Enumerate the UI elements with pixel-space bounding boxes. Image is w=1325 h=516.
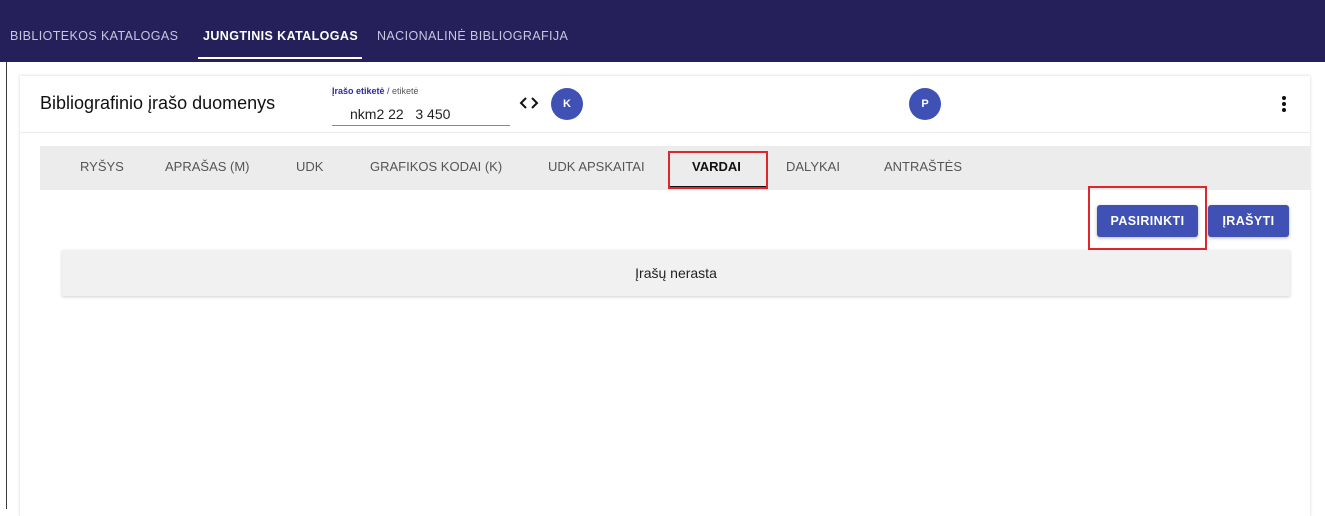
tab-udk-apskaitai[interactable]: UDK APSKAITAI <box>548 146 645 190</box>
record-card: Bibliografinio įrašo duomenys Įrašo etik… <box>20 76 1310 516</box>
top-navigation-bar: BIBLIOTEKOS KATALOGAS JUNGTINIS KATALOGA… <box>0 0 1325 62</box>
nav-jungtinis-katalogas[interactable]: JUNGTINIS KATALOGAS <box>203 0 358 62</box>
tab-aprasas[interactable]: APRAŠAS (M) <box>165 146 250 190</box>
nav-bibliotekos-katalogas[interactable]: BIBLIOTEKOS KATALOGAS <box>10 0 178 62</box>
record-label-caption: Įrašo etiketė / etiketė <box>332 86 419 96</box>
active-nav-indicator <box>198 57 362 59</box>
tab-udk[interactable]: UDK <box>296 146 323 190</box>
code-brackets-icon[interactable] <box>518 94 540 112</box>
record-label-caption-main: Įrašo etiketė <box>332 86 385 96</box>
tab-antrastes[interactable]: ANTRAŠTĖS <box>884 146 962 190</box>
more-vert-icon[interactable] <box>1278 94 1290 114</box>
record-label-caption-alt: etiketė <box>392 86 419 96</box>
empty-results-message: Įrašų nerasta <box>62 250 1290 296</box>
record-label-caption-separator: / <box>384 86 393 96</box>
left-border <box>6 62 7 509</box>
page-title: Bibliografinio įrašo duomenys <box>40 93 276 113</box>
avatar-k[interactable]: K <box>551 88 583 120</box>
avatar-p[interactable]: P <box>909 88 941 120</box>
irasyti-button[interactable]: ĮRAŠYTI <box>1208 205 1289 237</box>
record-label-input[interactable] <box>332 102 510 126</box>
tab-rysys[interactable]: RYŠYS <box>80 146 124 190</box>
nav-nacionaline-bibliografija[interactable]: NACIONALINĖ BIBLIOGRAFIJA <box>377 0 568 62</box>
pasirinkti-highlight-box <box>1088 186 1207 250</box>
card-header: Bibliografinio įrašo duomenys Įrašo etik… <box>20 76 1310 133</box>
vardai-highlight-box <box>668 151 768 189</box>
tab-dalykai[interactable]: DALYKAI <box>786 146 840 190</box>
tab-grafikos-kodai[interactable]: GRAFIKOS KODAI (K) <box>370 146 502 190</box>
